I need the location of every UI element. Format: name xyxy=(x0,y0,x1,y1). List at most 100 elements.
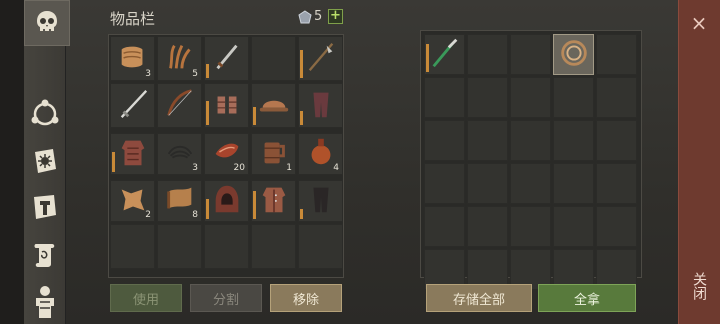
inventory-slot[interactable] xyxy=(110,133,155,175)
container-slot[interactable] xyxy=(424,34,465,75)
inventory-slot[interactable] xyxy=(298,180,343,222)
gem-icon xyxy=(298,10,312,24)
durability-bar xyxy=(300,111,303,125)
container-slot[interactable] xyxy=(424,120,465,161)
inventory-slot[interactable]: 5 xyxy=(157,36,202,81)
container-slot[interactable] xyxy=(467,120,508,161)
container-slot[interactable] xyxy=(467,206,508,247)
container-slot[interactable] xyxy=(510,77,551,118)
durability-bar xyxy=(206,101,209,125)
container-slot[interactable] xyxy=(596,206,637,247)
inventory-slot[interactable] xyxy=(298,224,343,269)
store-all-button[interactable]: 存储全部 xyxy=(426,284,532,312)
item-quantity: 3 xyxy=(145,69,151,79)
page-title: 物品栏 xyxy=(110,10,156,28)
inventory-slot[interactable] xyxy=(157,224,202,269)
skull-tab[interactable] xyxy=(24,0,70,46)
item-quantity: 8 xyxy=(192,210,198,220)
inventory-slot[interactable] xyxy=(110,83,155,128)
container-slot[interactable] xyxy=(553,163,594,204)
inventory-slot[interactable]: 3 xyxy=(110,36,155,81)
durability-bar xyxy=(426,44,429,72)
container-slot[interactable] xyxy=(467,77,508,118)
use-button[interactable]: 使用 xyxy=(110,284,182,312)
container-slot[interactable] xyxy=(553,206,594,247)
container-slot[interactable] xyxy=(424,77,465,118)
sidebar-edge xyxy=(0,0,24,324)
remove-button[interactable]: 移除 xyxy=(270,284,342,312)
hammer-icon xyxy=(34,195,56,219)
container-slot[interactable] xyxy=(553,120,594,161)
skull-icon xyxy=(37,11,57,31)
inventory-slot[interactable] xyxy=(251,180,296,222)
container-slot[interactable] xyxy=(596,120,637,161)
sidebar-crafting[interactable] xyxy=(28,96,62,130)
inventory-slot[interactable]: 2 xyxy=(110,180,155,222)
container-grid xyxy=(424,34,637,290)
item-quantity: 20 xyxy=(233,163,245,173)
inventory-slot[interactable] xyxy=(204,83,249,128)
inventory-slot[interactable] xyxy=(204,180,249,222)
inventory-slot[interactable] xyxy=(110,224,155,269)
character-icon xyxy=(36,286,54,318)
pants-icon xyxy=(304,87,338,125)
inventory-slot[interactable]: 8 xyxy=(157,180,202,222)
helmet-icon xyxy=(257,87,291,125)
inventory-slot[interactable] xyxy=(298,83,343,128)
dagger-icon xyxy=(428,36,462,74)
durability-bar xyxy=(206,64,209,78)
container-slot[interactable] xyxy=(510,206,551,247)
sidebar-skills[interactable] xyxy=(28,144,62,178)
inventory-slot[interactable]: 20 xyxy=(204,133,249,175)
book-sun-icon xyxy=(35,149,56,173)
add-slots-button[interactable]: + xyxy=(328,9,343,24)
scroll-icon xyxy=(34,244,55,267)
inventory-slot[interactable] xyxy=(204,224,249,269)
inventory-slot[interactable] xyxy=(251,36,296,81)
inventory-slot[interactable] xyxy=(251,83,296,128)
inventory-slot[interactable] xyxy=(157,83,202,128)
inventory-slot[interactable]: 1 xyxy=(251,133,296,175)
close-label[interactable]: 关闭 xyxy=(689,272,709,300)
container-slot[interactable] xyxy=(553,34,594,75)
durability-bar xyxy=(300,209,303,219)
triangle-circle-icon xyxy=(31,99,59,126)
inventory-slot[interactable] xyxy=(251,224,296,269)
container-slot[interactable] xyxy=(596,77,637,118)
sidebar-building[interactable] xyxy=(28,190,62,224)
inventory-slot[interactable]: 4 xyxy=(298,133,343,175)
sidebar xyxy=(24,0,70,324)
sidebar-recipes[interactable] xyxy=(28,238,62,272)
item-quantity: 5 xyxy=(192,69,198,79)
sidebar-character[interactable] xyxy=(28,284,62,318)
durability-bar xyxy=(112,152,115,172)
item-quantity: 1 xyxy=(286,163,292,173)
container-slot[interactable] xyxy=(467,163,508,204)
container-slot[interactable] xyxy=(510,163,551,204)
vest-icon xyxy=(257,182,291,220)
durability-bar xyxy=(300,50,303,78)
container-slot[interactable] xyxy=(510,120,551,161)
take-all-button[interactable]: 全拿 xyxy=(538,284,636,312)
gloves-icon xyxy=(210,87,244,125)
halberd-icon xyxy=(304,40,338,78)
container-slot[interactable] xyxy=(510,34,551,75)
container-slot[interactable] xyxy=(596,163,637,204)
leather-armor-icon xyxy=(116,135,150,173)
container-slot[interactable] xyxy=(467,34,508,75)
split-button[interactable]: 分割 xyxy=(190,284,262,312)
inventory-slot[interactable]: 3 xyxy=(157,133,202,175)
gem-count: 5 xyxy=(314,9,323,24)
sword-icon xyxy=(210,40,244,78)
inventory-slot[interactable] xyxy=(204,36,249,81)
item-quantity: 3 xyxy=(192,163,198,173)
coiled-rope-icon xyxy=(557,36,591,74)
container-slot[interactable] xyxy=(596,34,637,75)
long-sword-icon xyxy=(116,87,150,125)
container-slot[interactable] xyxy=(424,206,465,247)
close-icon[interactable]: × xyxy=(686,10,712,36)
durability-bar xyxy=(253,107,256,125)
inventory-slot[interactable] xyxy=(298,36,343,81)
container-slot[interactable] xyxy=(553,77,594,118)
container-slot[interactable] xyxy=(424,163,465,204)
